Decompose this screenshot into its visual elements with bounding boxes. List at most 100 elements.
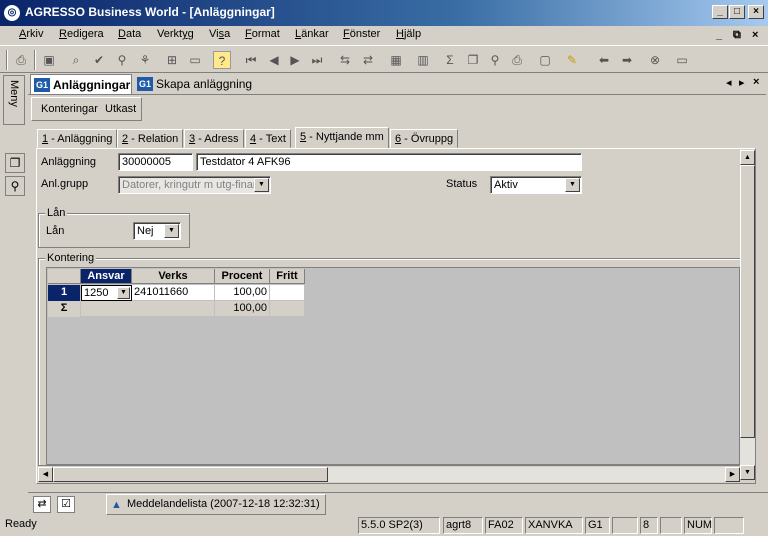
- magnifier-icon[interactable]: ⚲: [113, 51, 131, 69]
- menu-hjalp[interactable]: Hjälp: [396, 28, 421, 40]
- chevron-down-icon[interactable]: ▼: [164, 224, 179, 238]
- sum-cell-empty: [81, 301, 215, 317]
- column-header-ansvar[interactable]: Ansvar: [81, 269, 132, 284]
- g1-badge-icon: G1: [137, 77, 153, 91]
- tab-anlaggning[interactable]: 1 - Anläggning: [37, 129, 118, 148]
- checkbox-icon[interactable]: ☑: [57, 496, 75, 513]
- tab-scroll-left-icon[interactable]: ◂: [726, 76, 732, 89]
- lan-select[interactable]: Nej ▼: [133, 222, 181, 240]
- save-icon[interactable]: ▣: [40, 51, 58, 69]
- scroll-thumb[interactable]: [740, 165, 755, 438]
- tab-skapa-anlaggning[interactable]: G1 Skapa anläggning (SF01): [134, 74, 284, 111]
- window-title: AGRESSO Business World - [Anläggningar]: [25, 5, 275, 19]
- folder-icon[interactable]: ▭: [673, 51, 691, 69]
- menu-redigera[interactable]: Redigera: [59, 28, 104, 40]
- next-record-icon[interactable]: ▶: [286, 51, 304, 69]
- scroll-down-icon[interactable]: ▼: [740, 465, 755, 480]
- window-icon[interactable]: ▢: [536, 51, 554, 69]
- anlgrupp-field[interactable]: Datorer, kringutr m utg-finan ▼: [118, 176, 271, 194]
- status-client: G1: [585, 517, 610, 534]
- tab-adress[interactable]: 3 - Adress: [184, 129, 244, 148]
- menu-lankar[interactable]: Länkar: [295, 28, 329, 40]
- cell-ansvar[interactable]: 1250 ▼: [81, 285, 132, 301]
- menu-visa[interactable]: Visa: [209, 28, 230, 40]
- status-count: 8: [640, 517, 658, 534]
- chart-icon[interactable]: ▥: [414, 51, 432, 69]
- previous-record-icon[interactable]: ◀: [265, 51, 283, 69]
- tab-nyttjande[interactable]: 5 - Nyttjande mm: [295, 127, 389, 149]
- vertical-scrollbar[interactable]: ▲ ▼: [740, 150, 755, 480]
- tab-anlaggningar[interactable]: G1 Anläggningar: [30, 74, 132, 94]
- filter-icon[interactable]: ⚘: [136, 51, 154, 69]
- lan-label: Lån: [46, 225, 65, 237]
- copy-icon[interactable]: ❐: [464, 51, 482, 69]
- add-row-icon[interactable]: ⊞: [163, 51, 181, 69]
- last-record-icon[interactable]: ⏭: [308, 51, 326, 69]
- task-window-icon[interactable]: ⇄: [33, 496, 51, 513]
- status-bar: Ready 5.5.0 SP2(3) agrt8 FA02 XANVKA G1 …: [0, 515, 768, 536]
- menu-format[interactable]: Format: [245, 28, 280, 40]
- check-icon[interactable]: ✔: [90, 51, 108, 69]
- tab-text[interactable]: 4 - Text: [245, 129, 291, 148]
- cell-fritt[interactable]: [270, 285, 305, 301]
- menu-fonster[interactable]: Fönster: [343, 28, 380, 40]
- status-empty-2: [660, 517, 682, 534]
- kontering-grid: Ansvar Verks Procent Fritt 1 1250 ▼ 2410…: [46, 267, 740, 465]
- column-header-procent[interactable]: Procent: [215, 269, 270, 284]
- binoculars-icon[interactable]: ⌕: [67, 51, 85, 69]
- delete-row-icon[interactable]: ▭: [186, 51, 204, 69]
- task-bar: ⇄ ☑ ▲ Meddelandelista (2007-12-18 12:32:…: [28, 492, 768, 515]
- tab-close-icon[interactable]: ×: [753, 76, 759, 88]
- minimize-button[interactable]: _: [712, 5, 728, 19]
- stop-icon[interactable]: ⊗: [646, 51, 664, 69]
- status-select[interactable]: Aktiv ▼: [490, 176, 582, 194]
- anlaggning-name-field[interactable]: Testdator 4 AFK96: [196, 153, 582, 171]
- row-header[interactable]: 1: [48, 285, 80, 301]
- split-icon[interactable]: ⇆: [336, 51, 354, 69]
- chevron-down-icon[interactable]: ▼: [117, 287, 130, 299]
- chevron-down-icon[interactable]: ▼: [254, 178, 269, 192]
- tab-ovruppg[interactable]: 6 - Övruppg: [390, 129, 459, 148]
- help-icon[interactable]: ?: [213, 51, 231, 69]
- scroll-up-icon[interactable]: ▲: [740, 150, 755, 165]
- windows-icon[interactable]: ❐: [5, 153, 25, 173]
- hscroll-thumb[interactable]: [53, 467, 328, 482]
- merge-icon[interactable]: ⇄: [359, 51, 377, 69]
- mdi-minimize-button[interactable]: _: [716, 29, 722, 41]
- menu-data[interactable]: Data: [118, 28, 141, 40]
- mdi-close-button[interactable]: ×: [752, 29, 758, 41]
- horizontal-scrollbar[interactable]: ◀ ▶: [38, 467, 740, 482]
- maximize-button[interactable]: □: [729, 5, 745, 19]
- table-icon[interactable]: ▦: [387, 51, 405, 69]
- column-header-fritt[interactable]: Fritt: [270, 269, 305, 284]
- search-icon[interactable]: ⚲: [5, 176, 25, 196]
- meny-tab[interactable]: Meny: [3, 75, 25, 125]
- status-label: Status: [446, 178, 478, 190]
- scroll-right-icon[interactable]: ▶: [725, 467, 740, 482]
- menu-verktyg[interactable]: Verktyg: [157, 28, 194, 40]
- scroll-left-icon[interactable]: ◀: [38, 467, 53, 482]
- sum-cell-fritt: [270, 301, 305, 317]
- preview-icon[interactable]: ⎙: [508, 51, 526, 69]
- forward-arrow-icon[interactable]: ➡: [618, 51, 636, 69]
- crayons-icon[interactable]: ✎: [563, 51, 581, 69]
- mdi-restore-button[interactable]: ⧉: [733, 29, 741, 42]
- utkast-button[interactable]: Utkast: [105, 103, 136, 115]
- cell-procent[interactable]: 100,00: [215, 285, 270, 301]
- print-icon[interactable]: ⎙: [12, 51, 30, 69]
- agresso-logo-icon: ◎: [4, 5, 20, 21]
- tab-relation[interactable]: 2 - Relation: [117, 129, 184, 148]
- cell-verks[interactable]: 241011660: [132, 285, 215, 301]
- konteringar-button[interactable]: Konteringar: [41, 103, 98, 115]
- anlaggning-id-field[interactable]: 30000005: [118, 153, 193, 171]
- tab-scroll-right-icon[interactable]: ▸: [739, 76, 745, 89]
- close-button[interactable]: ×: [748, 5, 764, 19]
- chevron-down-icon[interactable]: ▼: [565, 178, 580, 192]
- column-header-verks[interactable]: Verks: [132, 269, 215, 284]
- zoom-icon[interactable]: ⚲: [486, 51, 504, 69]
- menu-arkiv[interactable]: Arkiv: [19, 28, 43, 40]
- message-list-tab[interactable]: ▲ Meddelandelista (2007-12-18 12:32:31): [106, 494, 326, 515]
- first-record-icon[interactable]: ⏮: [242, 51, 260, 69]
- back-arrow-icon[interactable]: ⬅: [595, 51, 613, 69]
- sum-icon[interactable]: Σ: [441, 51, 459, 69]
